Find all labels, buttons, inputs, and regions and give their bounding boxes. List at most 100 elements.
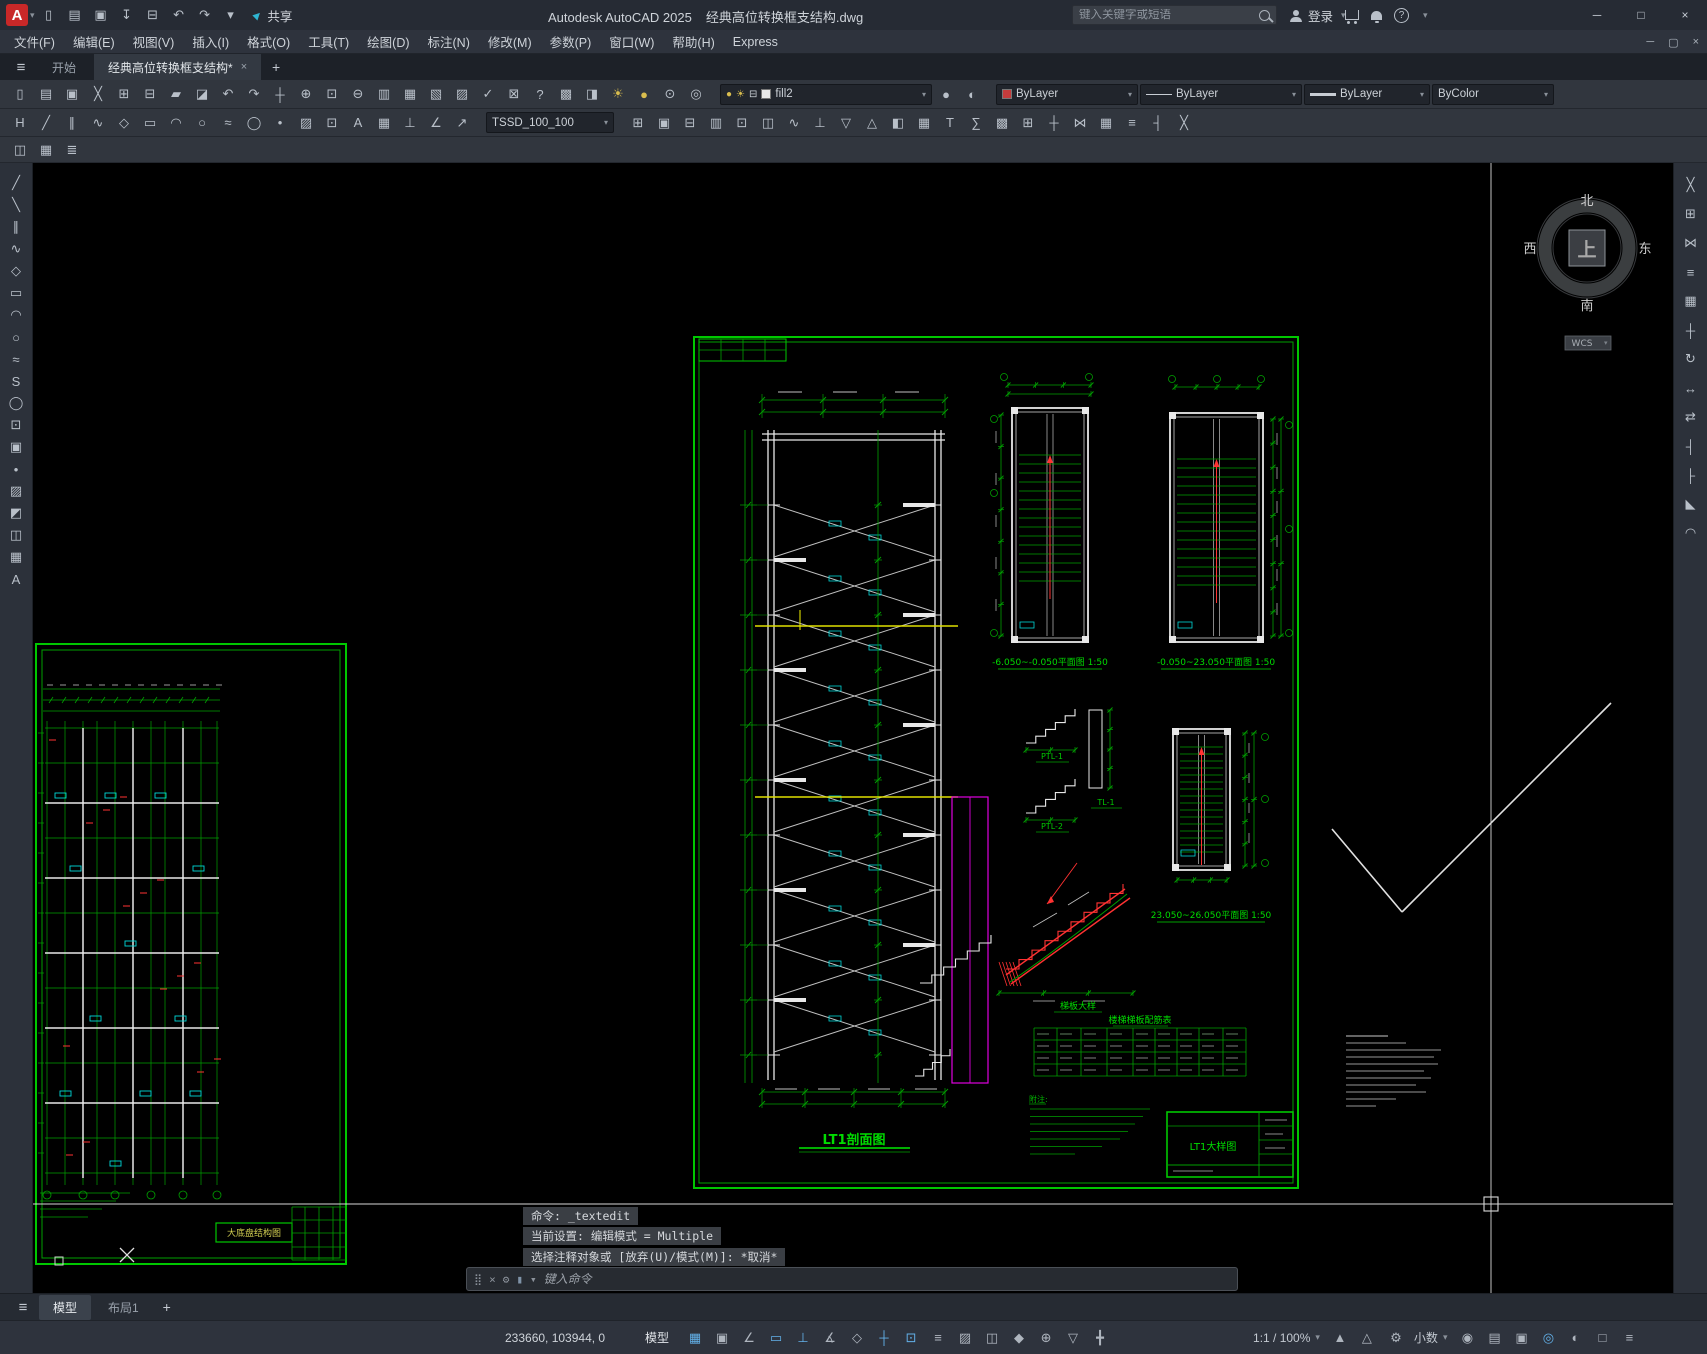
menu-file[interactable]: 文件(F) [14,32,55,51]
region-icon[interactable]: ◫ [3,525,29,545]
match-properties-icon[interactable]: ▰ [164,83,188,105]
help-icon[interactable]: ? [1394,7,1409,23]
leader-icon[interactable]: ↗ [450,112,474,134]
insert-block-icon[interactable]: ⊡ [3,415,29,435]
recent-commands-caret-icon[interactable]: ▾ [530,1273,537,1286]
menu-view[interactable]: 视图(V) [133,32,175,51]
tssd-text-edit-icon[interactable]: ◫ [8,139,32,161]
revision-cloud-icon[interactable]: ≈ [3,349,29,369]
annotation-monitor-icon[interactable]: ◉ [1456,1327,1478,1349]
isometric-drafting-icon[interactable]: ◇ [846,1327,868,1349]
command-input[interactable] [543,1272,1230,1286]
table-icon[interactable]: ▦ [3,547,29,567]
help-icon[interactable]: ? [528,83,552,105]
layer-previous-icon[interactable]: ◐ [960,83,984,105]
lineweight-combo[interactable]: ByLayer ▾ [1304,83,1430,105]
command-customize-icon[interactable]: ⚙ [503,1273,510,1286]
layer-lock-icon[interactable]: ⊙ [658,83,682,105]
notifications-icon[interactable] [1371,10,1382,23]
layer-combo-caret-icon[interactable]: ▾ [922,90,926,99]
help-search[interactable] [1072,5,1277,25]
new-file-icon[interactable]: ▯ [8,83,32,105]
tssd-attribute-icon[interactable]: ▦ [34,139,58,161]
qsave-icon[interactable]: ▣ [89,4,113,26]
dim-linear-icon[interactable]: ⊥ [398,112,422,134]
tssd-offset-icon[interactable]: ≡ [1120,112,1144,134]
block-insert-icon[interactable]: ⊡ [320,112,344,134]
model-space-button[interactable]: 模型 [637,1326,677,1349]
paste-icon[interactable]: ⊟ [138,83,162,105]
tssd-text-icon[interactable]: T [938,112,962,134]
zoom-realtime-icon[interactable]: ⊕ [294,83,318,105]
logo-caret-icon[interactable]: ▾ [30,10,35,21]
rotate-icon[interactable]: ↻ [1678,349,1704,369]
store-cart-icon[interactable] [1345,10,1359,24]
color-combo[interactable]: ByLayer ▾ [996,83,1138,105]
tssd-move-icon[interactable]: ┼ [1042,112,1066,134]
clean-screen-icon[interactable]: □ [1591,1327,1613,1349]
dim-angular-icon[interactable]: ∠ [424,112,448,134]
workspace-gear-icon[interactable]: ⚙ [1385,1327,1407,1349]
search-input[interactable] [1079,9,1253,21]
menu-dimension[interactable]: 标注(N) [428,32,470,51]
menu-edit[interactable]: 编辑(E) [73,32,115,51]
draw-line-icon[interactable]: ╱ [34,112,58,134]
tssd-elevation-icon[interactable]: ▽ [834,112,858,134]
draw-hatch-icon[interactable]: ▨ [294,112,318,134]
qopen-icon[interactable]: ▤ [63,4,87,26]
object-snap-tracking-icon[interactable]: ┼ [873,1327,895,1349]
hatch-icon[interactable]: ▨ [3,481,29,501]
trim-icon[interactable]: ┤ [1678,436,1704,456]
tssd-trim-icon[interactable]: ┤ [1146,112,1170,134]
tssd-format-brush-icon[interactable]: ≣ [60,139,84,161]
arc-icon[interactable]: ◠ [3,305,29,325]
close-button[interactable]: × [1663,0,1707,30]
command-grip-icon[interactable]: ⣿ [474,1273,482,1286]
layer-states-icon[interactable]: ◎ [684,83,708,105]
polygon-icon[interactable]: ◇ [3,261,29,281]
menu-modify[interactable]: 修改(M) [488,32,532,51]
draw-circle-icon[interactable]: ○ [190,112,214,134]
save-icon[interactable]: ▣ [60,83,84,105]
signin-button[interactable]: 登录 ▾ [1290,6,1348,25]
tab-close-icon[interactable]: × [241,61,247,73]
gizmo-icon[interactable]: ╋ [1089,1327,1111,1349]
tssd-purge-icon[interactable]: ╳ [1172,112,1196,134]
color-combo-caret-icon[interactable]: ▾ [1128,90,1132,99]
viewcube-top-face[interactable]: 上 [1577,239,1596,261]
draw-revcloud-icon[interactable]: ≈ [216,112,240,134]
polar-tracking-icon[interactable]: ∡ [819,1327,841,1349]
annotation-visibility-icon[interactable]: ▲ [1329,1327,1351,1349]
cad-drawing[interactable]: 大底盘结构图 LT1剖面图 -6.050~-0.050平面图 1:50 -0.0… [33,163,1673,1293]
open-file-icon[interactable]: ▤ [34,83,58,105]
point-icon[interactable]: • [3,459,29,479]
layer-on-icon[interactable]: ● [726,89,732,100]
quickcalc-icon[interactable]: ⊠ [502,83,526,105]
copy-icon[interactable]: ⊞ [112,83,136,105]
tssd-wall-icon[interactable]: ▥ [704,112,728,134]
compass-north[interactable]: 北 [1580,194,1593,209]
menu-help[interactable]: 帮助(H) [672,32,714,51]
menu-tools[interactable]: 工具(T) [308,32,349,51]
compass-south[interactable]: 南 [1580,298,1593,314]
tssd-stair-icon[interactable]: ◫ [756,112,780,134]
chamfer-icon[interactable]: ◣ [1678,494,1704,514]
tssd-calc-icon[interactable]: ∑ [964,112,988,134]
graphics-performance-icon[interactable]: ◐ [1564,1327,1586,1349]
tssd-beam-icon[interactable]: ⊟ [678,112,702,134]
move-icon[interactable]: ┼ [1678,320,1704,340]
search-icon[interactable] [1259,9,1270,21]
copy-icon[interactable]: ⊞ [1678,204,1704,224]
properties-icon[interactable]: ▥ [372,83,396,105]
tssd-mirror-icon[interactable]: ⋈ [1068,112,1092,134]
draw-pline-icon[interactable]: ∿ [86,112,110,134]
tssd-copy-icon[interactable]: ⊞ [1016,112,1040,134]
selection-cycling-icon[interactable]: ◫ [981,1327,1003,1349]
annotation-scale-button[interactable]: 1:1 / 100% ▾ [1253,1331,1322,1345]
circle-icon[interactable]: ○ [3,327,29,347]
tssd-rebar-icon[interactable]: ∿ [782,112,806,134]
tssd-array-icon[interactable]: ▦ [1094,112,1118,134]
annotation-autoscale-icon[interactable]: △ [1356,1327,1378,1349]
tab-menu-icon[interactable]: ≡ [8,56,34,78]
share-button[interactable]: ► 共享 [247,6,292,25]
